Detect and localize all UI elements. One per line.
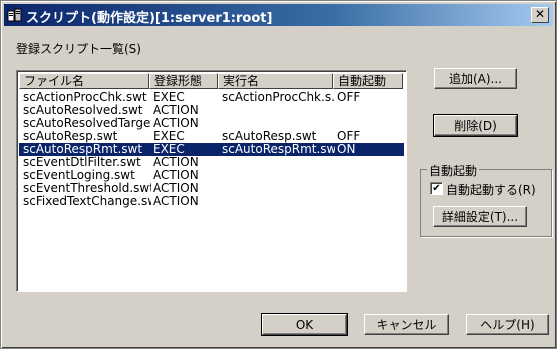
cell-type: ACTION [153,156,199,169]
cancel-button[interactable]: キャンセル [364,314,449,335]
cell-type: ACTION [153,169,199,182]
cell-filename: scAutoResp.swt [23,130,118,143]
cell-filename: scAutoResolvedTarget... [23,117,151,130]
delete-button[interactable]: 削除(D) [433,114,518,137]
add-button[interactable]: 追加(A)... [434,68,517,89]
cell-exec-name: scAutoResp.swt [222,130,317,143]
cell-filename: scEventThreshold.swt [23,182,151,195]
cell-autostart: ON [337,143,356,156]
autostart-checkbox[interactable]: ✔ [430,182,443,195]
table-row[interactable]: scFixedTextChange.swt ACTION [19,195,404,208]
autostart-group: 自動起動 ✔ 自動起動する(R) 詳細設定(T)... [420,162,552,237]
cell-exec-name: scAutoRespRmt.swt [222,143,335,156]
table-row[interactable]: scEventDtlFilter.swt ACTION [19,156,404,169]
column-header-filename[interactable]: ファイル名 [19,73,149,89]
cell-type: ACTION [153,104,199,117]
cell-filename: scActionProcChk.swt [23,91,147,104]
table-row[interactable]: scAutoRespRmt.swt EXEC scAutoRespRmt.swt ON [19,143,404,156]
autostart-group-label: 自動起動 [427,162,480,179]
cell-filename: scFixedTextChange.swt [23,195,151,208]
cell-type: EXEC [153,143,185,156]
detail-settings-button[interactable]: 詳細設定(T)... [433,206,527,227]
cell-autostart: OFF [337,130,361,143]
column-header-type[interactable]: 登録形態 [149,73,218,89]
window-title: スクリプト(動作設定)[1:server1:root] [26,11,273,26]
column-header-exec-name[interactable]: 実行名 [218,73,333,89]
cell-autostart: OFF [337,91,361,104]
column-header-autostart[interactable]: 自動起動 [333,73,403,89]
cell-type: ACTION [153,117,199,130]
cell-filename: scAutoRespRmt.swt [23,143,143,156]
table-row[interactable]: scActionProcChk.swt EXEC scActionProcChk.s… [19,91,404,104]
cell-type: EXEC [153,130,185,143]
table-row[interactable]: scEventLoging.swt ACTION [19,169,404,182]
cell-type: ACTION [153,195,199,208]
table-row[interactable]: scEventThreshold.swt ACTION [19,182,404,195]
cell-type: ACTION [153,182,199,195]
ok-button[interactable]: OK [261,313,348,336]
autostart-checkbox-label[interactable]: 自動起動する(R) [446,181,536,198]
cell-filename: scEventLoging.swt [23,169,135,182]
cell-filename: scEventDtlFilter.swt [23,156,141,169]
table-row[interactable]: scAutoResolvedTarget...ACTION [19,117,404,130]
script-list[interactable]: ファイル名 登録形態 実行名 自動起動 scActionProcChk.swt E… [16,70,407,292]
cell-exec-name: scActionProcChk.s... [222,91,335,104]
table-row[interactable]: scAutoResolved.swt ACTION [19,104,404,117]
close-button[interactable]: ✕ [531,7,549,23]
script-app-icon [7,8,22,22]
cell-filename: scAutoResolved.swt [23,104,143,117]
script-settings-window: スクリプト(動作設定)[1:server1:root] ✕ 登録スクリプト一覧(… [0,0,557,349]
cell-type: EXEC [153,91,185,104]
help-button[interactable]: ヘルプ(H) [466,314,549,335]
title-bar[interactable]: スクリプト(動作設定)[1:server1:root] ✕ [4,4,553,26]
script-list-label: 登録スクリプト一覧(S) [16,42,141,56]
check-icon: ✔ [432,183,441,194]
close-icon: ✕ [534,7,546,21]
table-row[interactable]: scAutoResp.swt EXEC scAutoResp.swt OFF [19,130,404,143]
